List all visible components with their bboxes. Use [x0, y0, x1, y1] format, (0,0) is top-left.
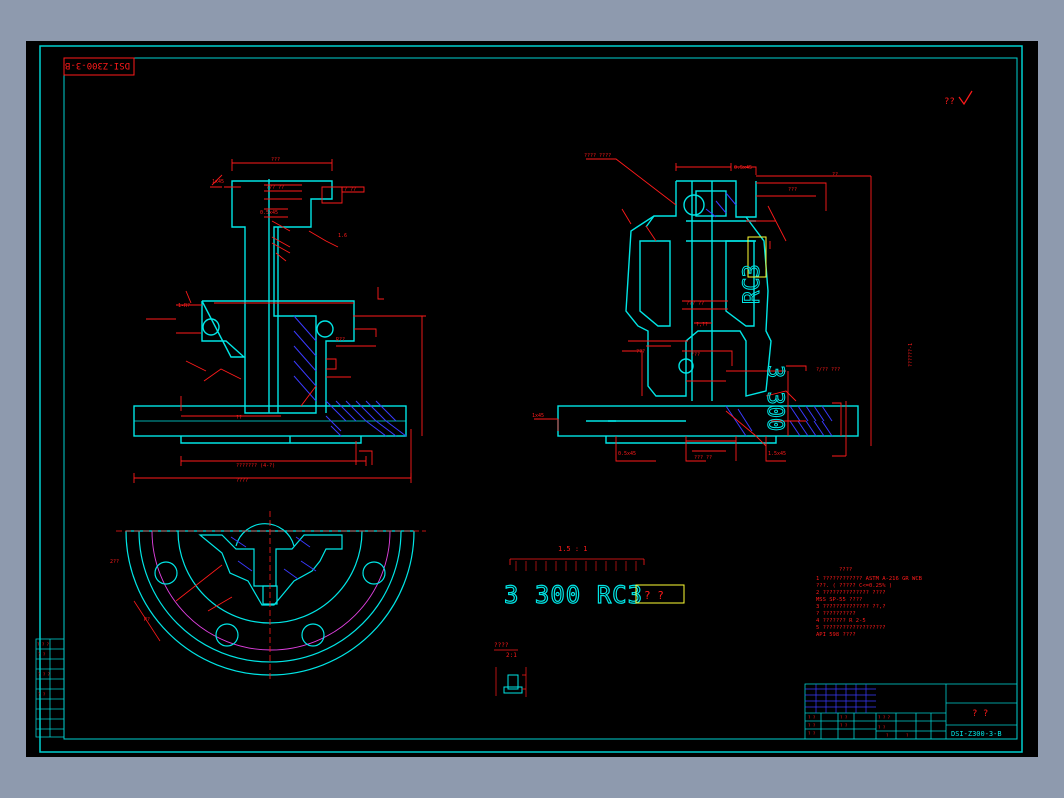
technical-notes: ???? 1 ???????????? ASTM A-216 GR WCB ??… [816, 567, 923, 638]
notes-title: ???? [839, 567, 852, 573]
svg-text:? ?: ? ? [840, 723, 848, 728]
svg-text:1-R?: 1-R? [178, 303, 190, 309]
svg-text:??? ??: ??? ?? [686, 301, 704, 307]
svg-text:? ? ?: ? ? ? [38, 672, 51, 677]
inner-frame [63, 57, 1018, 740]
outer-frame [39, 45, 1023, 753]
left-section-view [133, 179, 407, 444]
surface-mark-text: ?? [944, 97, 955, 107]
svg-text:????: ???? [236, 478, 248, 484]
side-stamp-number: 3 300 [762, 365, 787, 431]
title-mark-text: ? ? [972, 709, 988, 719]
svg-text:? ? ?: ? ? ? [37, 642, 50, 647]
right-dim-text: ???? ???? 0.5x45 ?? ??? ??????-1 ??? ?? … [532, 153, 914, 461]
note-line-9: API 598 ???? [816, 632, 856, 638]
note-line-2: ???. ( ????? C<=0.25% ) [816, 583, 892, 589]
side-stamp-text: RC3 [740, 264, 765, 304]
surface-mark: ?? [944, 90, 973, 107]
svg-text:? ?: ? ? [38, 692, 46, 697]
svg-text:1x45: 1x45 [532, 413, 544, 419]
svg-text:?: ? [906, 733, 909, 738]
detail-label-text: ???? [494, 642, 509, 649]
svg-text:???: ??? [636, 349, 645, 355]
svg-text:R??: R?? [336, 337, 345, 343]
note-line-3: 2 ?????????????? ???? [816, 590, 886, 596]
svg-text:1.6: 1.6 [338, 233, 347, 239]
svg-text:??????? (4-?): ??????? (4-?) [236, 463, 275, 469]
left-dim-text: ??? 1x45 ??? ?? ? ?? 0.5x45 1.6 ?? ?????… [178, 157, 356, 484]
big-label-text: 3 300 RC3 [504, 581, 643, 609]
left-dimensions [133, 159, 426, 483]
plan-hatch [230, 536, 317, 580]
plan-view [116, 511, 426, 681]
title-block-text: ? ? ? ? ? ? ? ? ? ? ? ? ? ? ? ? ? [808, 715, 909, 738]
svg-text:1.5x45: 1.5x45 [768, 451, 786, 457]
side-stamp: RC3 3 300 [740, 236, 788, 432]
right-elevation-view [557, 180, 859, 444]
drawing-canvas: DSI-Z300-3-B ?? ??? 1x45 ??? ?? ? ?? 0.5… [26, 41, 1038, 757]
label-scale-text: 1.5 : 1 [558, 545, 588, 553]
svg-text:R?: R? [144, 617, 150, 623]
cad-drawing: DSI-Z300-3-B ?? ??? 1x45 ??? ?? ? ?? 0.5… [35, 45, 1023, 753]
svg-text:???? ????: ???? ???? [584, 153, 611, 159]
svg-text:??????-1: ??????-1 [908, 343, 914, 367]
code-rotated-text: DSI-Z300-3-B [65, 60, 130, 70]
svg-text:? ?: ? ? [808, 723, 816, 728]
svg-text:0.5x45: 0.5x45 [618, 451, 636, 457]
note-line-8: 5 ??????????????????? [816, 625, 886, 631]
svg-text:? ?: ? ? [878, 725, 886, 730]
detail-view: ???? 2:1 [494, 642, 527, 697]
titleblock-code-text: DSI-Z300-3-B [951, 730, 1002, 738]
svg-text:??? ??: ??? ?? [266, 185, 284, 191]
svg-text:???: ??? [691, 352, 700, 358]
svg-text:? ??: ? ?? [344, 187, 356, 193]
surface-finish-check-icon [958, 90, 973, 106]
svg-text:0.5x45: 0.5x45 [734, 165, 752, 171]
svg-text:? ? ?: ? ? ? [878, 715, 891, 720]
svg-text:0.5x45: 0.5x45 [260, 210, 278, 216]
note-line-7: 4 ??????? R 2-5 [816, 618, 866, 624]
svg-text:???: ??? [788, 187, 797, 193]
svg-text:??? ??: ??? ?? [694, 455, 712, 461]
left-hatch [293, 315, 407, 437]
note-line-1: 1 ???????????? ASTM A-216 GR WCB [816, 576, 923, 582]
note-line-6: ? ?????????? [816, 611, 856, 617]
svg-text:? ?: ? ? [840, 715, 848, 720]
svg-text:? ?: ? ? [38, 652, 46, 657]
svg-text:1x45: 1x45 [212, 179, 224, 185]
svg-text:??: ?? [236, 415, 242, 421]
big-label-block: 1.5 : 1 3 300 RC3 ? ? [503, 545, 685, 610]
svg-text:2??: 2?? [110, 559, 119, 565]
note-line-4: MSS SP-55 ???? [816, 597, 862, 603]
svg-text:?: ? [886, 733, 889, 738]
code-box-top: DSI-Z300-3-B [63, 57, 135, 76]
svg-text:?/?? ???: ?/?? ??? [816, 367, 840, 373]
note-line-5: 3 ?????????????? ??,? [816, 604, 886, 610]
big-label-suffix-text: ? ? [644, 589, 664, 602]
svg-text:??: ?? [832, 172, 838, 178]
svg-text:?,??: ?,?? [696, 322, 708, 328]
svg-text:? ?: ? ? [808, 731, 816, 736]
detail-scale-text: 2:1 [506, 652, 517, 659]
svg-text:???: ??? [271, 157, 280, 163]
title-block-grid [805, 684, 876, 713]
svg-text:? ?: ? ? [808, 715, 816, 720]
